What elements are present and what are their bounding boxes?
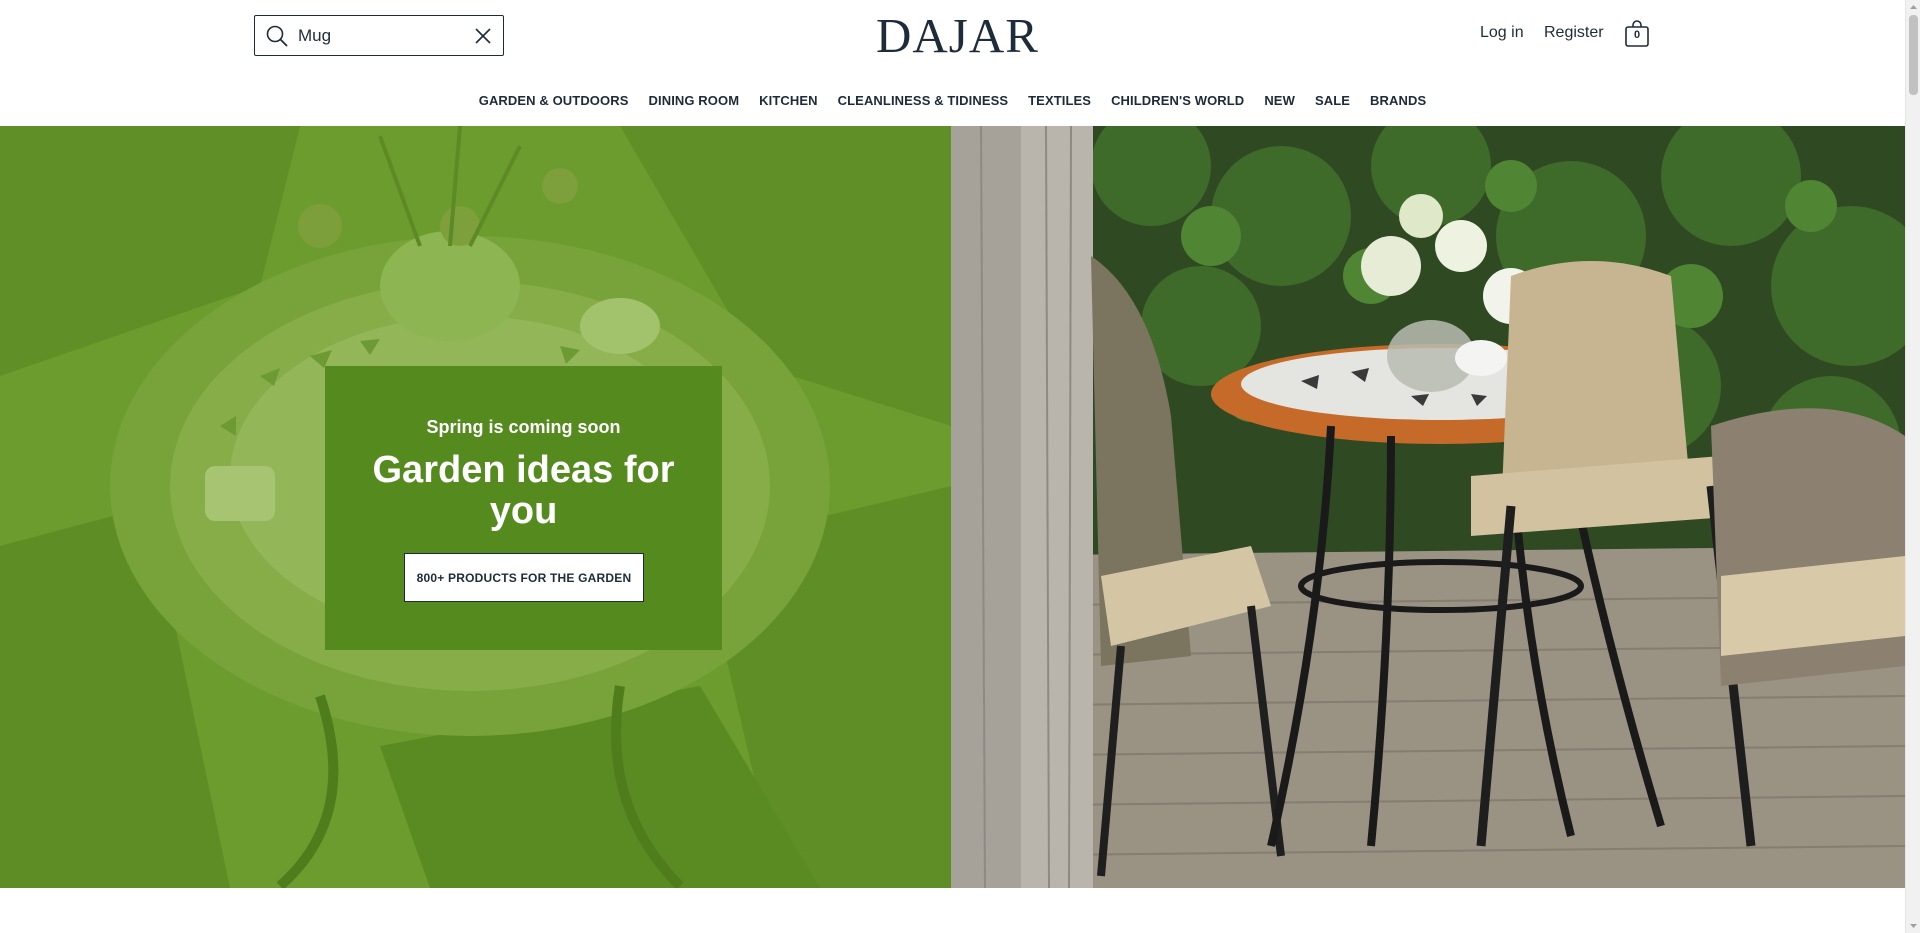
search-icon[interactable] [266,25,288,47]
page-scrollbar[interactable] [1905,0,1920,933]
nav-item-brands[interactable]: BRANDS [1370,93,1426,108]
register-link[interactable]: Register [1544,24,1604,42]
nav-item-new[interactable]: NEW [1264,93,1295,108]
promo-kicker: Spring is coming soon [426,417,621,437]
page: DAJAR Log in Register 0 GARDEN & OUTDOOR… [0,0,1905,933]
scroll-up-arrow-icon[interactable] [1909,2,1918,12]
site-header: DAJAR Log in Register 0 GARDEN & OUTDOOR… [0,0,1905,126]
search-input[interactable] [298,25,458,46]
close-icon[interactable] [475,28,491,44]
nav-item-cleanliness[interactable]: CLEANLINESS & TIDINESS [838,93,1009,108]
search-box[interactable] [254,15,504,56]
nav-item-textiles[interactable]: TEXTILES [1028,93,1091,108]
promo-card: Spring is coming soon Garden ideas for y… [325,366,722,650]
garden-products-button[interactable]: 800+ PRODUCTS FOR THE GARDEN [404,553,644,602]
scroll-down-arrow-icon[interactable] [1909,921,1918,931]
cart-button[interactable]: 0 [1624,20,1650,48]
nav-item-garden-outdoors[interactable]: GARDEN & OUTDOORS [479,93,629,108]
nav-item-kitchen[interactable]: KITCHEN [759,93,817,108]
promo-headline: Garden ideas for you [372,449,675,532]
hero-banner: Spring is coming soon Garden ideas for y… [0,126,1905,888]
hero-image-tinted: Spring is coming soon Garden ideas for y… [0,126,951,888]
nav-item-sale[interactable]: SALE [1315,93,1350,108]
login-link[interactable]: Log in [1480,24,1524,42]
site-logo[interactable]: DAJAR [876,8,1038,64]
nav-item-dining-room[interactable]: DINING ROOM [649,93,740,108]
nav-item-childrens-world[interactable]: CHILDREN'S WORLD [1111,93,1244,108]
cart-count: 0 [1633,29,1641,41]
hero-image-garden-furniture [951,126,1905,888]
garden-furniture-illustration [951,126,1905,888]
scrollbar-thumb[interactable] [1909,15,1918,95]
main-nav: GARDEN & OUTDOORS DINING ROOM KITCHEN CL… [0,93,1905,108]
